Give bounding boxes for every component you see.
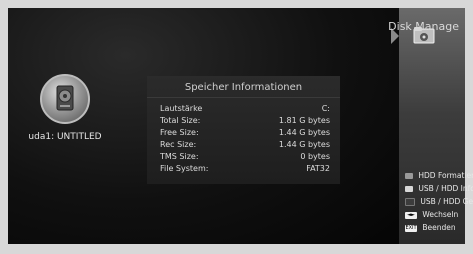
legend-beenden[interactable]: EXIT Beenden [405,223,456,232]
info-key: TMS Size: [160,152,199,161]
info-panel-title: Speicher Informationen [184,82,303,93]
info-value: C: [321,104,330,113]
info-row: TMS Size: 0 bytes [160,152,330,164]
gray-key-icon [405,173,413,179]
hdd-device[interactable] [40,74,90,124]
info-key: Lautstärke [160,104,203,113]
legend-hdd-format[interactable]: HDD Formatier [405,171,473,180]
page-title: Disk Manage [388,20,459,33]
exit-key-icon: EXIT [405,224,417,232]
info-row: File System: FAT32 [160,164,330,176]
info-value: 1.44 G bytes [278,128,330,137]
dark-key-icon [405,198,415,206]
info-row: Total Size: 1.81 G bytes [160,116,330,128]
legend-label: Beenden [422,223,456,232]
legend-usb-hdd-geraet[interactable]: USB / HDD Gee [405,197,473,206]
device-label: uda1: UNTITLED [28,132,102,142]
legend-label: Wechseln [422,210,459,219]
info-value: FAT32 [306,164,330,173]
legend-label: HDD Formatier [418,171,473,180]
legend-label: USB / HDD Info [418,184,473,193]
legend-label: USB / HDD Gee [420,197,473,206]
info-key: Free Size: [160,128,199,137]
info-key: Rec Size: [160,140,197,149]
info-value: 1.44 G bytes [278,140,330,149]
info-value: 0 bytes [300,152,330,161]
info-key: File System: [160,164,209,173]
info-key: Total Size: [160,116,201,125]
legend-wechseln[interactable]: ◄► Wechseln [405,210,458,219]
info-row: Free Size: 1.44 G bytes [160,128,330,140]
left-right-key-icon: ◄► [405,211,417,219]
divider [147,97,340,98]
hdd-icon [56,85,74,111]
info-row: Lautstärke C: [160,104,330,116]
info-value: 1.81 G bytes [278,116,330,125]
legend-usb-hdd-info[interactable]: USB / HDD Info [405,184,473,193]
info-row: Rec Size: 1.44 G bytes [160,140,330,152]
white-key-icon [405,186,413,192]
side-panel [399,8,465,244]
